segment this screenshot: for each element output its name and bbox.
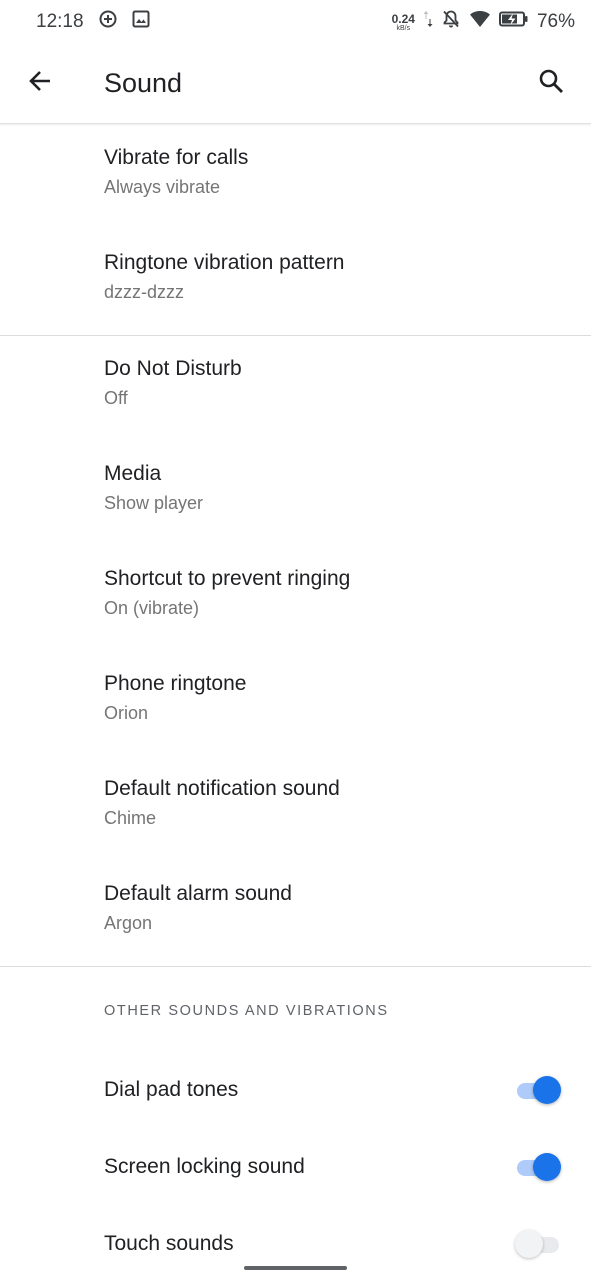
- setting-screen-locking-sound[interactable]: Screen locking sound: [0, 1128, 591, 1205]
- back-arrow-icon: [27, 68, 53, 99]
- data-saver-icon: [98, 9, 118, 35]
- setting-do-not-disturb[interactable]: Do Not Disturb Off: [0, 336, 591, 441]
- setting-title: Phone ringtone: [104, 672, 247, 695]
- setting-title: Screen locking sound: [104, 1154, 305, 1178]
- setting-prevent-ringing-shortcut[interactable]: Shortcut to prevent ringing On (vibrate): [0, 546, 591, 651]
- setting-default-notification-sound[interactable]: Default notification sound Chime: [0, 756, 591, 861]
- setting-media[interactable]: Media Show player: [0, 441, 591, 546]
- screen-locking-sound-switch[interactable]: [515, 1152, 563, 1182]
- battery-charging-icon: [498, 11, 529, 33]
- setting-phone-ringtone[interactable]: Phone ringtone Orion: [0, 651, 591, 756]
- setting-vibrate-for-calls[interactable]: Vibrate for calls Always vibrate: [0, 125, 591, 230]
- setting-summary: Argon: [104, 913, 153, 933]
- upload-download-arrows-icon: [423, 9, 433, 35]
- switch-thumb: [533, 1152, 561, 1181]
- search-icon: [538, 68, 564, 99]
- setting-title: Media: [104, 462, 162, 485]
- switch-thumb: [533, 1075, 561, 1104]
- touch-sounds-switch[interactable]: [515, 1229, 563, 1259]
- setting-summary: On (vibrate): [104, 598, 200, 618]
- setting-title: Vibrate for calls: [104, 146, 249, 169]
- back-button[interactable]: [0, 44, 80, 124]
- search-button[interactable]: [511, 44, 591, 124]
- setting-title: Do Not Disturb: [104, 357, 242, 380]
- settings-list: Vibrate for calls Always vibrate Rington…: [0, 125, 591, 1282]
- dial-pad-tones-switch[interactable]: [515, 1075, 563, 1105]
- setting-summary: Chime: [104, 808, 157, 828]
- setting-summary: Orion: [104, 703, 149, 723]
- setting-dial-pad-tones[interactable]: Dial pad tones: [0, 1051, 591, 1128]
- network-speed-unit: kB/s: [396, 24, 411, 32]
- setting-summary: Always vibrate: [104, 177, 221, 197]
- setting-default-alarm-sound[interactable]: Default alarm sound Argon: [0, 861, 591, 966]
- status-bar: 12:18 0.24 kB/s 76%: [0, 0, 591, 44]
- network-speed-value: 0.24: [391, 11, 415, 26]
- setting-touch-sounds[interactable]: Touch sounds: [0, 1205, 591, 1282]
- page-title: Sound: [104, 68, 183, 98]
- switch-thumb: [515, 1229, 543, 1258]
- battery-percent: 76%: [536, 11, 575, 32]
- app-bar: Sound: [0, 44, 591, 124]
- setting-summary: dzzz-dzzz: [104, 282, 185, 302]
- setting-summary: Show player: [104, 493, 204, 513]
- setting-title: Shortcut to prevent ringing: [104, 567, 351, 590]
- setting-title: Ringtone vibration pattern: [104, 251, 345, 274]
- section-header-other-sounds: OTHER SOUNDS AND VIBRATIONS: [104, 1003, 389, 1019]
- wifi-icon: [469, 9, 491, 35]
- setting-title: Touch sounds: [104, 1231, 234, 1255]
- image-icon: [132, 10, 150, 34]
- network-speed: 0.24 kB/s: [392, 13, 415, 32]
- clock: 12:18: [36, 11, 84, 32]
- gesture-nav-handle[interactable]: [244, 1266, 347, 1270]
- setting-title: Default alarm sound: [104, 882, 292, 905]
- setting-title: Dial pad tones: [104, 1077, 239, 1101]
- setting-title: Default notification sound: [104, 777, 340, 800]
- notifications-off-icon: [441, 9, 461, 35]
- setting-ringtone-vibration-pattern[interactable]: Ringtone vibration pattern dzzz-dzzz: [0, 230, 591, 335]
- setting-summary: Off: [104, 388, 128, 408]
